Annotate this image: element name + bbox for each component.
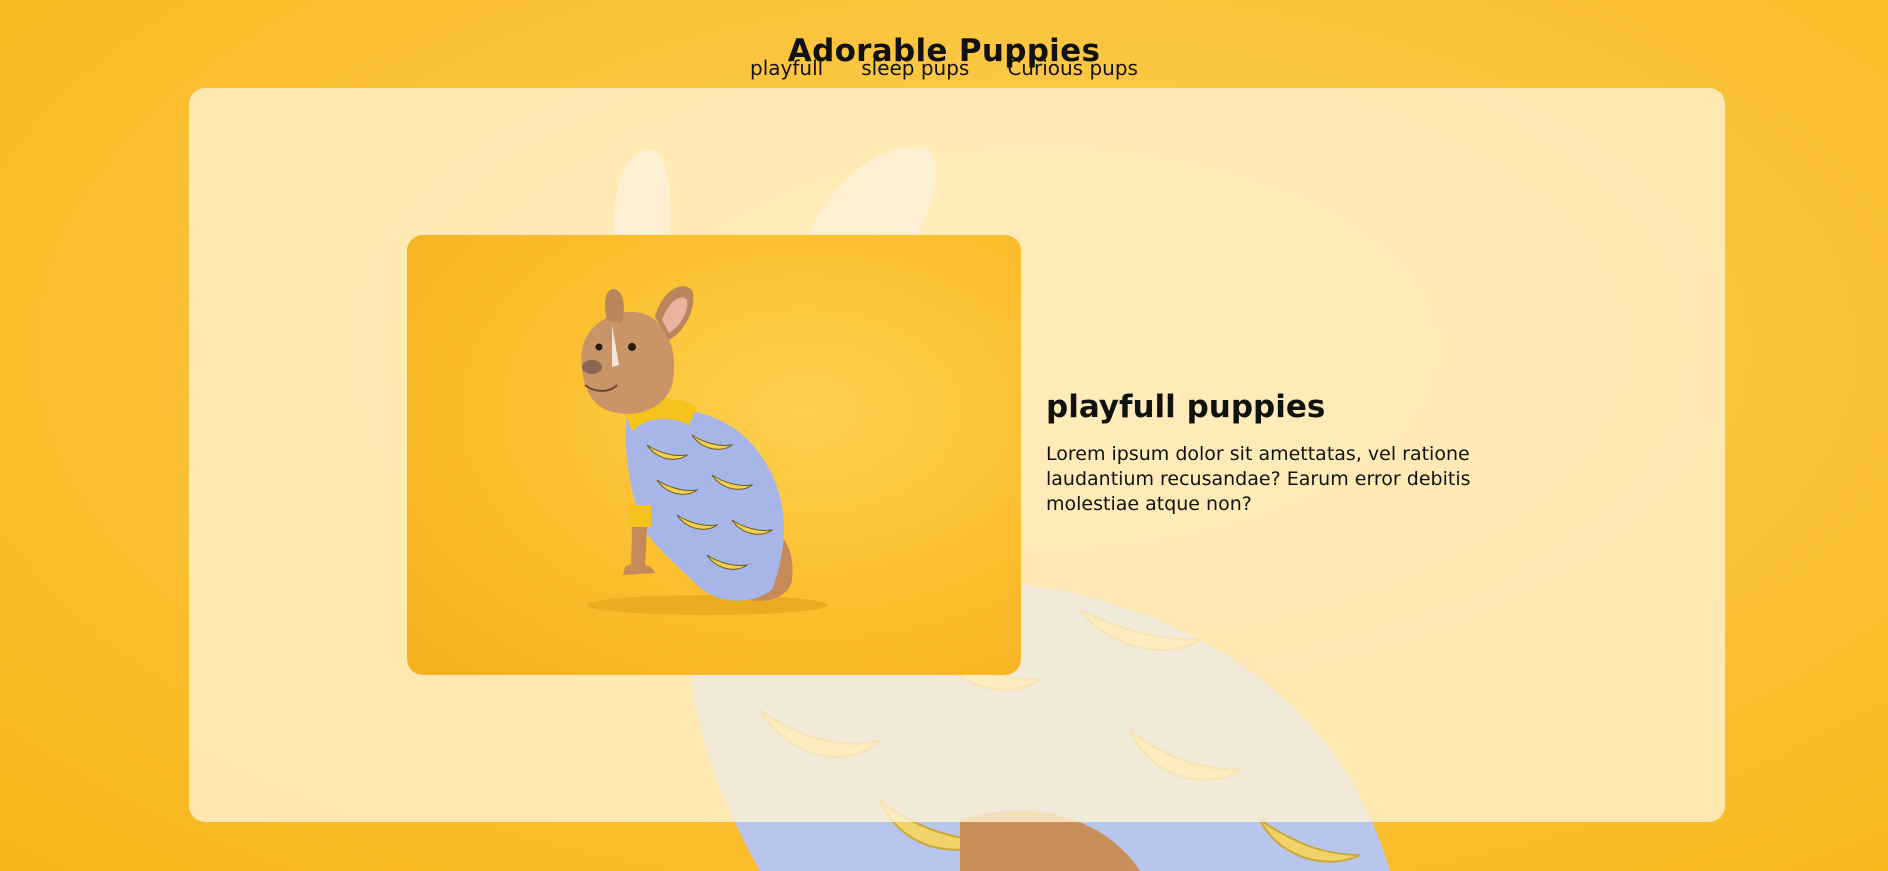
- nav-link-playfull[interactable]: playfull: [750, 56, 823, 80]
- nav-link-curious-pups[interactable]: Curious pups: [1007, 56, 1138, 80]
- puppy-photo: [407, 235, 1021, 675]
- nav-link-sleep-pups[interactable]: sleep pups: [861, 56, 969, 80]
- main-nav: playfull sleep pups Curious pups: [0, 56, 1888, 80]
- card-heading: playfull puppies: [1046, 389, 1326, 425]
- card-description: Lorem ipsum dolor sit amettatas, vel rat…: [1046, 443, 1471, 515]
